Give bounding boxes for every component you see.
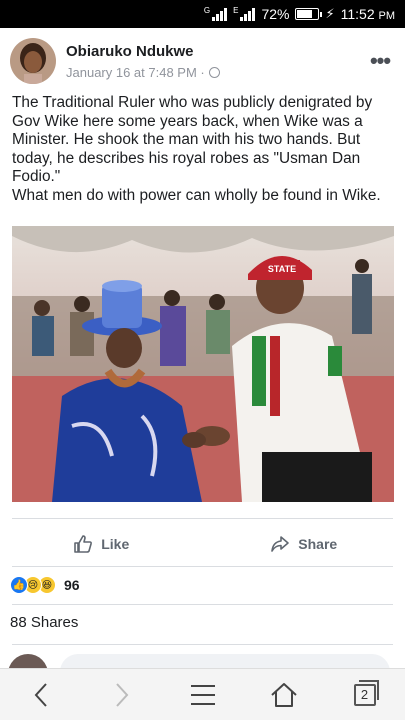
forward-arrow-icon: [115, 682, 128, 707]
post-text: The Traditional Ruler who was publicly d…: [12, 94, 395, 205]
comment-bubble[interactable]: [60, 654, 390, 668]
signal-icon: G: [203, 6, 228, 21]
post-actions: Like Share: [0, 524, 405, 564]
like-reaction-icon: 👍: [10, 576, 28, 594]
share-button[interactable]: Share: [203, 534, 405, 554]
more-options-icon[interactable]: •••: [365, 46, 395, 76]
divider: [12, 644, 393, 645]
browser-nav-bar: 2: [0, 668, 405, 720]
like-label: Like: [101, 536, 130, 552]
post-header: Obiaruko Ndukwe January 16 at 7:48 PM · …: [10, 36, 395, 86]
thumbs-up-icon: [74, 535, 93, 553]
battery-percent: 72%: [261, 6, 290, 22]
like-button[interactable]: Like: [0, 534, 203, 554]
menu-button[interactable]: [183, 675, 223, 715]
divider: [12, 566, 393, 567]
reactions-summary[interactable]: 👍 😢 😆 96: [10, 572, 80, 598]
post-paragraph: The Traditional Ruler who was publicly d…: [12, 94, 373, 185]
post-paragraph: What men do with power can wholly be fou…: [12, 186, 381, 204]
clock: 11:52 PM: [340, 6, 395, 22]
divider: [12, 518, 393, 519]
timestamp-text: January 16 at 7:48 PM ·: [66, 64, 205, 80]
globe-icon: [208, 66, 220, 78]
status-bar: G E 72% ⚡ 11:52 PM: [0, 0, 405, 28]
network-type-label-2: E: [233, 6, 239, 15]
divider: [12, 604, 393, 605]
home-icon: [270, 682, 297, 707]
back-arrow-icon: [34, 682, 47, 707]
comment-preview: [8, 654, 398, 668]
tab-count: 2: [353, 679, 379, 706]
share-arrow-icon: [271, 536, 290, 552]
home-button[interactable]: [264, 675, 304, 715]
post-photo[interactable]: STATE: [12, 226, 394, 502]
battery-icon: [295, 8, 323, 20]
hamburger-menu-icon: [190, 684, 215, 705]
tabs-button[interactable]: 2: [345, 675, 385, 715]
shares-count[interactable]: 88 Shares: [10, 614, 78, 631]
commenter-avatar[interactable]: [8, 654, 48, 668]
reaction-count: 96: [64, 577, 80, 593]
signal-icon-2: E: [233, 6, 256, 21]
network-type-label: G: [203, 6, 211, 15]
charging-icon: ⚡: [325, 6, 335, 21]
cap-text: STATE: [268, 264, 296, 274]
share-label: Share: [298, 536, 338, 552]
forward-button[interactable]: [102, 675, 142, 715]
post-timestamp[interactable]: January 16 at 7:48 PM ·: [66, 65, 365, 80]
author-name[interactable]: Obiaruko Ndukwe: [66, 43, 365, 60]
author-avatar[interactable]: [10, 38, 56, 84]
back-button[interactable]: [21, 675, 61, 715]
